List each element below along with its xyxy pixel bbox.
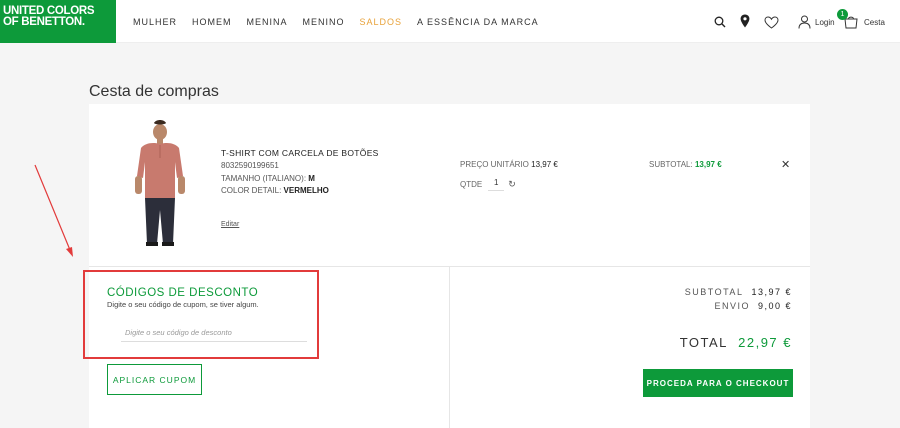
login-link[interactable]: Login: [815, 18, 835, 27]
discount-subtitle: Digite o seu código de cupom, se tiver a…: [107, 300, 259, 309]
quantity-label: QTDE: [460, 179, 483, 189]
product-sku: 8032590199651: [221, 161, 279, 170]
product-color-value: VERMELHO: [283, 186, 329, 195]
brand-logo-line2: OF BENETTON.: [3, 16, 85, 28]
line-subtotal: SUBTOTAL: 13,97 €: [649, 160, 722, 169]
discount-code-input[interactable]: [121, 324, 307, 342]
checkout-button[interactable]: PROCEDA PARA O CHECKOUT: [643, 369, 793, 397]
user-icon[interactable]: [798, 15, 811, 29]
product-color: COLOR DETAIL: VERMELHO: [221, 186, 329, 195]
product-name[interactable]: T-SHIRT COM CARCELA DE BOTÕES: [221, 148, 379, 158]
nav-item-homem[interactable]: HOMEM: [192, 17, 232, 27]
grand-total-value: 22,97 €: [738, 335, 792, 350]
totals-shipping-label: ENVIO: [714, 301, 750, 311]
line-subtotal-label: SUBTOTAL:: [649, 160, 693, 169]
edit-link[interactable]: Editar: [221, 221, 239, 228]
totals-subtotal-label: SUBTOTAL: [684, 287, 744, 297]
line-subtotal-value: 13,97 €: [694, 160, 722, 169]
apply-coupon-button[interactable]: APLICAR CUPOM: [107, 364, 202, 395]
grand-total: TOTAL 22,97 €: [680, 335, 792, 350]
cart-link[interactable]: Cesta: [864, 18, 885, 27]
search-icon[interactable]: [714, 16, 726, 28]
quantity-control: QTDE 1 ↻: [460, 177, 516, 191]
discount-title: CÓDIGOS DE DESCONTO: [107, 287, 259, 299]
nav-item-mulher[interactable]: MULHER: [133, 17, 177, 27]
product-size-value: M: [308, 174, 315, 183]
cart-count-badge: 1: [837, 9, 848, 20]
brand-logo[interactable]: UNITED COLORS OF BENETTON.: [0, 0, 116, 43]
remove-item-close-icon[interactable]: ✕: [781, 158, 790, 171]
unit-price: PREÇO UNITÁRIO 13,97 €: [460, 160, 558, 169]
quantity-input[interactable]: 1: [488, 177, 505, 191]
header-actions: Login 1 Cesta: [712, 9, 892, 34]
product-size: TAMANHO (ITALIANO): M: [221, 174, 315, 183]
unit-price-label: PREÇO UNITÁRIO: [460, 160, 529, 169]
product-size-label: TAMANHO (ITALIANO):: [221, 174, 307, 183]
grand-total-label: TOTAL: [679, 335, 728, 350]
totals-shipping-value: 9,00 €: [757, 301, 792, 311]
page-title: Cesta de compras: [89, 83, 219, 100]
heart-icon[interactable]: [764, 16, 779, 29]
nav-item-essencia[interactable]: A ESSÊNCIA DA MARCA: [417, 17, 539, 27]
product-color-label: COLOR DETAIL:: [221, 186, 282, 195]
refresh-icon[interactable]: ↻: [508, 179, 516, 190]
totals-shipping: ENVIO 9,00 €: [714, 301, 792, 311]
nav-item-menina[interactable]: MENINA: [247, 17, 288, 27]
site-header: UNITED COLORS OF BENETTON. MULHER HOMEM …: [0, 0, 900, 43]
product-image[interactable]: [125, 118, 195, 248]
cart-panel: T-SHIRT COM CARCELA DE BOTÕES 8032590199…: [89, 104, 810, 428]
unit-price-value: 13,97 €: [531, 160, 558, 169]
main-nav: MULHER HOMEM MENINA MENINO SALDOS A ESSÊ…: [133, 17, 554, 27]
nav-item-saldos[interactable]: SALDOS: [360, 17, 403, 27]
totals-subtotal-value: 13,97 €: [751, 287, 792, 297]
nav-item-menino[interactable]: MENINO: [303, 17, 345, 27]
totals-subtotal: SUBTOTAL 13,97 €: [685, 287, 792, 297]
location-pin-icon[interactable]: [740, 14, 750, 28]
column-divider: [449, 266, 450, 428]
